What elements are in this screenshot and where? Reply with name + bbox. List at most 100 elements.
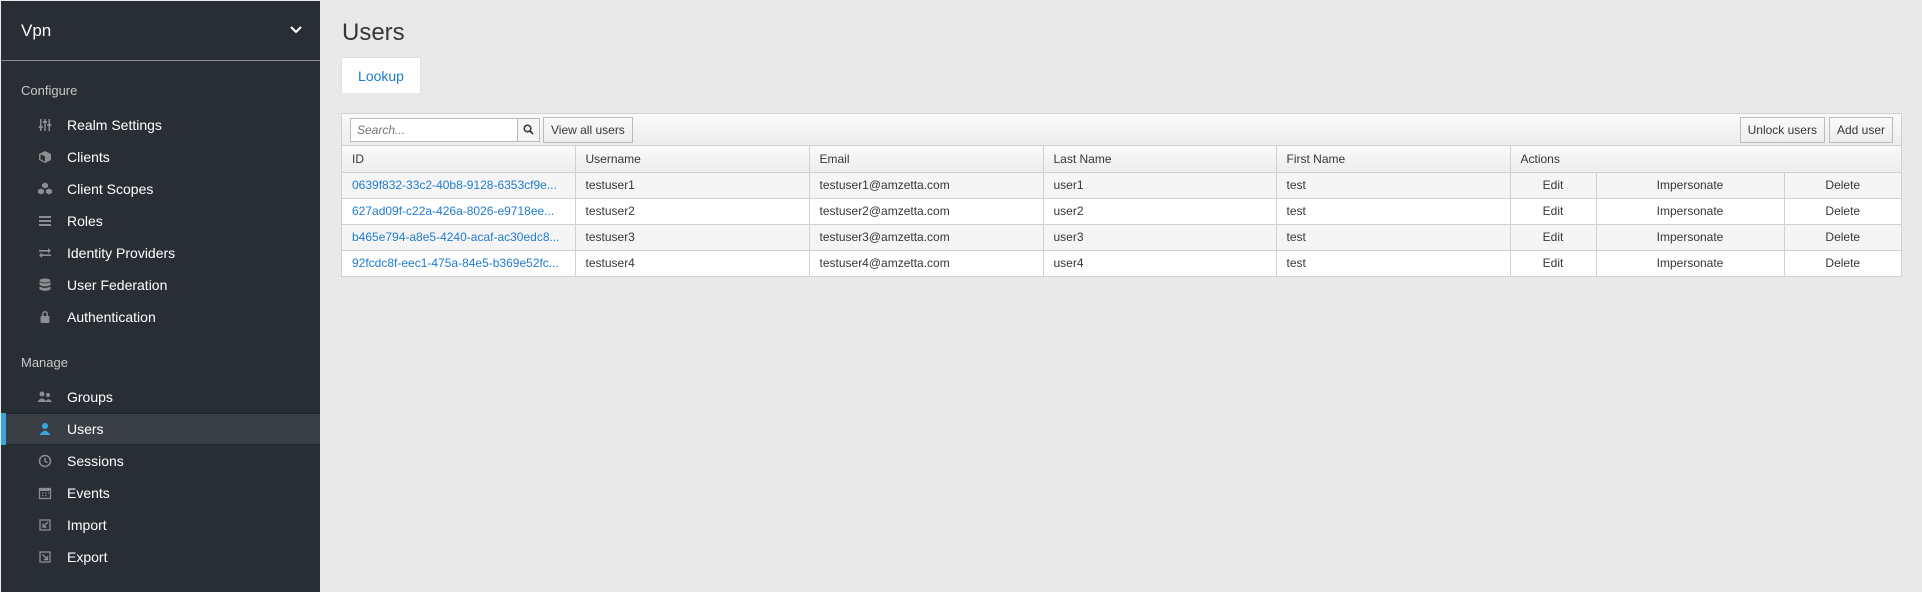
- chevron-down-icon: [290, 25, 302, 36]
- table-row: 627ad09f-c22a-426a-8026-e9718ee... testu…: [342, 198, 1902, 225]
- sidebar-item-user-federation[interactable]: User Federation: [1, 269, 320, 301]
- main-content: Users Lookup View all users Unlock users…: [320, 0, 1922, 592]
- column-header-username[interactable]: Username: [575, 146, 810, 173]
- impersonate-button[interactable]: Impersonate: [1596, 224, 1785, 251]
- app-root: Vpn Configure Realm Settings Clients Cli…: [0, 0, 1922, 592]
- export-icon: [37, 549, 53, 565]
- impersonate-button[interactable]: Impersonate: [1596, 198, 1785, 225]
- last-name-cell: user4: [1043, 250, 1277, 276]
- unlock-users-button[interactable]: Unlock users: [1739, 116, 1825, 143]
- user-id-link[interactable]: 0639f832-33c2-40b8-9128-6353cf9e...: [342, 172, 576, 199]
- cube-icon: [37, 149, 53, 165]
- cubes-icon: [37, 181, 53, 197]
- delete-button[interactable]: Delete: [1784, 250, 1902, 276]
- sidebar-item-label: Realm Settings: [67, 117, 162, 133]
- tab-lookup[interactable]: Lookup: [341, 57, 421, 93]
- search-icon: [523, 124, 534, 135]
- clock-icon: [37, 453, 53, 469]
- email-cell: testuser4@amzetta.com: [809, 250, 1044, 276]
- sidebar-item-label: Client Scopes: [67, 181, 154, 197]
- sidebar-item-label: Clients: [67, 149, 110, 165]
- page-title: Users: [342, 19, 405, 46]
- column-header-last-name[interactable]: Last Name: [1043, 146, 1277, 173]
- edit-button[interactable]: Edit: [1510, 172, 1597, 199]
- users-icon: [37, 389, 53, 405]
- first-name-cell: test: [1276, 224, 1511, 251]
- sidebar-item-clients[interactable]: Clients: [1, 141, 320, 173]
- first-name-cell: test: [1276, 198, 1511, 225]
- sidebar-item-client-scopes[interactable]: Client Scopes: [1, 173, 320, 205]
- sidebar-item-label: Roles: [67, 213, 103, 229]
- add-user-button[interactable]: Add user: [1828, 116, 1893, 143]
- sidebar-item-label: Users: [67, 421, 104, 437]
- column-header-actions: Actions: [1510, 146, 1902, 173]
- sidebar-item-label: User Federation: [67, 277, 168, 293]
- search-button[interactable]: [518, 117, 540, 142]
- impersonate-button[interactable]: Impersonate: [1596, 250, 1785, 276]
- email-cell: testuser1@amzetta.com: [809, 172, 1044, 199]
- table-row: 0639f832-33c2-40b8-9128-6353cf9e... test…: [342, 172, 1902, 199]
- exchange-icon: [37, 245, 53, 261]
- sidebar: Vpn Configure Realm Settings Clients Cli…: [1, 1, 320, 592]
- column-header-first-name[interactable]: First Name: [1276, 146, 1511, 173]
- section-configure: Configure: [21, 83, 78, 98]
- user-id-link[interactable]: 627ad09f-c22a-426a-8026-e9718ee...: [342, 198, 576, 225]
- edit-button[interactable]: Edit: [1510, 250, 1597, 276]
- sidebar-item-label: Export: [67, 549, 108, 565]
- section-manage: Manage: [21, 355, 68, 370]
- search-input[interactable]: [350, 117, 518, 142]
- database-icon: [37, 277, 53, 293]
- last-name-cell: user3: [1043, 224, 1277, 251]
- realm-selector[interactable]: Vpn: [1, 1, 320, 61]
- username-cell: testuser2: [575, 198, 810, 225]
- sidebar-item-users[interactable]: Users: [1, 413, 320, 445]
- edit-button[interactable]: Edit: [1510, 224, 1597, 251]
- lock-icon: [37, 309, 53, 325]
- user-id-link[interactable]: 92fcdc8f-eec1-475a-84e5-b369e52fc...: [342, 250, 576, 276]
- sliders-icon: [37, 117, 53, 133]
- edit-button[interactable]: Edit: [1510, 198, 1597, 225]
- email-cell: testuser3@amzetta.com: [809, 224, 1044, 251]
- user-id-link[interactable]: b465e794-a8e5-4240-acaf-ac30edc8...: [342, 224, 576, 251]
- table-header-row: ID Username Email Last Name First Name A…: [342, 146, 1902, 173]
- table-row: b465e794-a8e5-4240-acaf-ac30edc8... test…: [342, 224, 1902, 251]
- email-cell: testuser2@amzetta.com: [809, 198, 1044, 225]
- sidebar-item-export[interactable]: Export: [1, 541, 320, 573]
- sidebar-item-identity-providers[interactable]: Identity Providers: [1, 237, 320, 269]
- sidebar-item-label: Authentication: [67, 309, 156, 325]
- impersonate-button[interactable]: Impersonate: [1596, 172, 1785, 199]
- realm-name: Vpn: [21, 20, 52, 40]
- sidebar-item-label: Groups: [67, 389, 113, 405]
- delete-button[interactable]: Delete: [1784, 172, 1902, 199]
- column-header-email[interactable]: Email: [809, 146, 1044, 173]
- calendar-icon: [37, 485, 53, 501]
- sidebar-item-label: Identity Providers: [67, 245, 176, 261]
- view-all-users-button[interactable]: View all users: [543, 116, 633, 143]
- last-name-cell: user1: [1043, 172, 1277, 199]
- delete-button[interactable]: Delete: [1784, 224, 1902, 251]
- sidebar-item-label: Events: [67, 485, 110, 501]
- sidebar-item-realm-settings[interactable]: Realm Settings: [1, 109, 320, 141]
- username-cell: testuser1: [575, 172, 810, 199]
- first-name-cell: test: [1276, 172, 1511, 199]
- sidebar-item-import[interactable]: Import: [1, 509, 320, 541]
- sidebar-item-groups[interactable]: Groups: [1, 381, 320, 413]
- username-cell: testuser3: [575, 224, 810, 251]
- sidebar-item-sessions[interactable]: Sessions: [1, 445, 320, 477]
- sidebar-item-label: Sessions: [67, 453, 124, 469]
- delete-button[interactable]: Delete: [1784, 198, 1902, 225]
- users-table: ID Username Email Last Name First Name A…: [342, 146, 1902, 276]
- last-name-cell: user2: [1043, 198, 1277, 225]
- table-row: 92fcdc8f-eec1-475a-84e5-b369e52fc... tes…: [342, 250, 1902, 276]
- sidebar-item-events[interactable]: Events: [1, 477, 320, 509]
- sidebar-item-roles[interactable]: Roles: [1, 205, 320, 237]
- list-icon: [37, 213, 53, 229]
- users-table-container: View all users Unlock users Add user ID …: [341, 113, 1902, 277]
- import-icon: [37, 517, 53, 533]
- sidebar-item-authentication[interactable]: Authentication: [1, 301, 320, 333]
- username-cell: testuser4: [575, 250, 810, 276]
- first-name-cell: test: [1276, 250, 1511, 276]
- column-header-id[interactable]: ID: [342, 146, 576, 173]
- sidebar-item-label: Import: [67, 517, 107, 533]
- user-icon: [37, 421, 53, 437]
